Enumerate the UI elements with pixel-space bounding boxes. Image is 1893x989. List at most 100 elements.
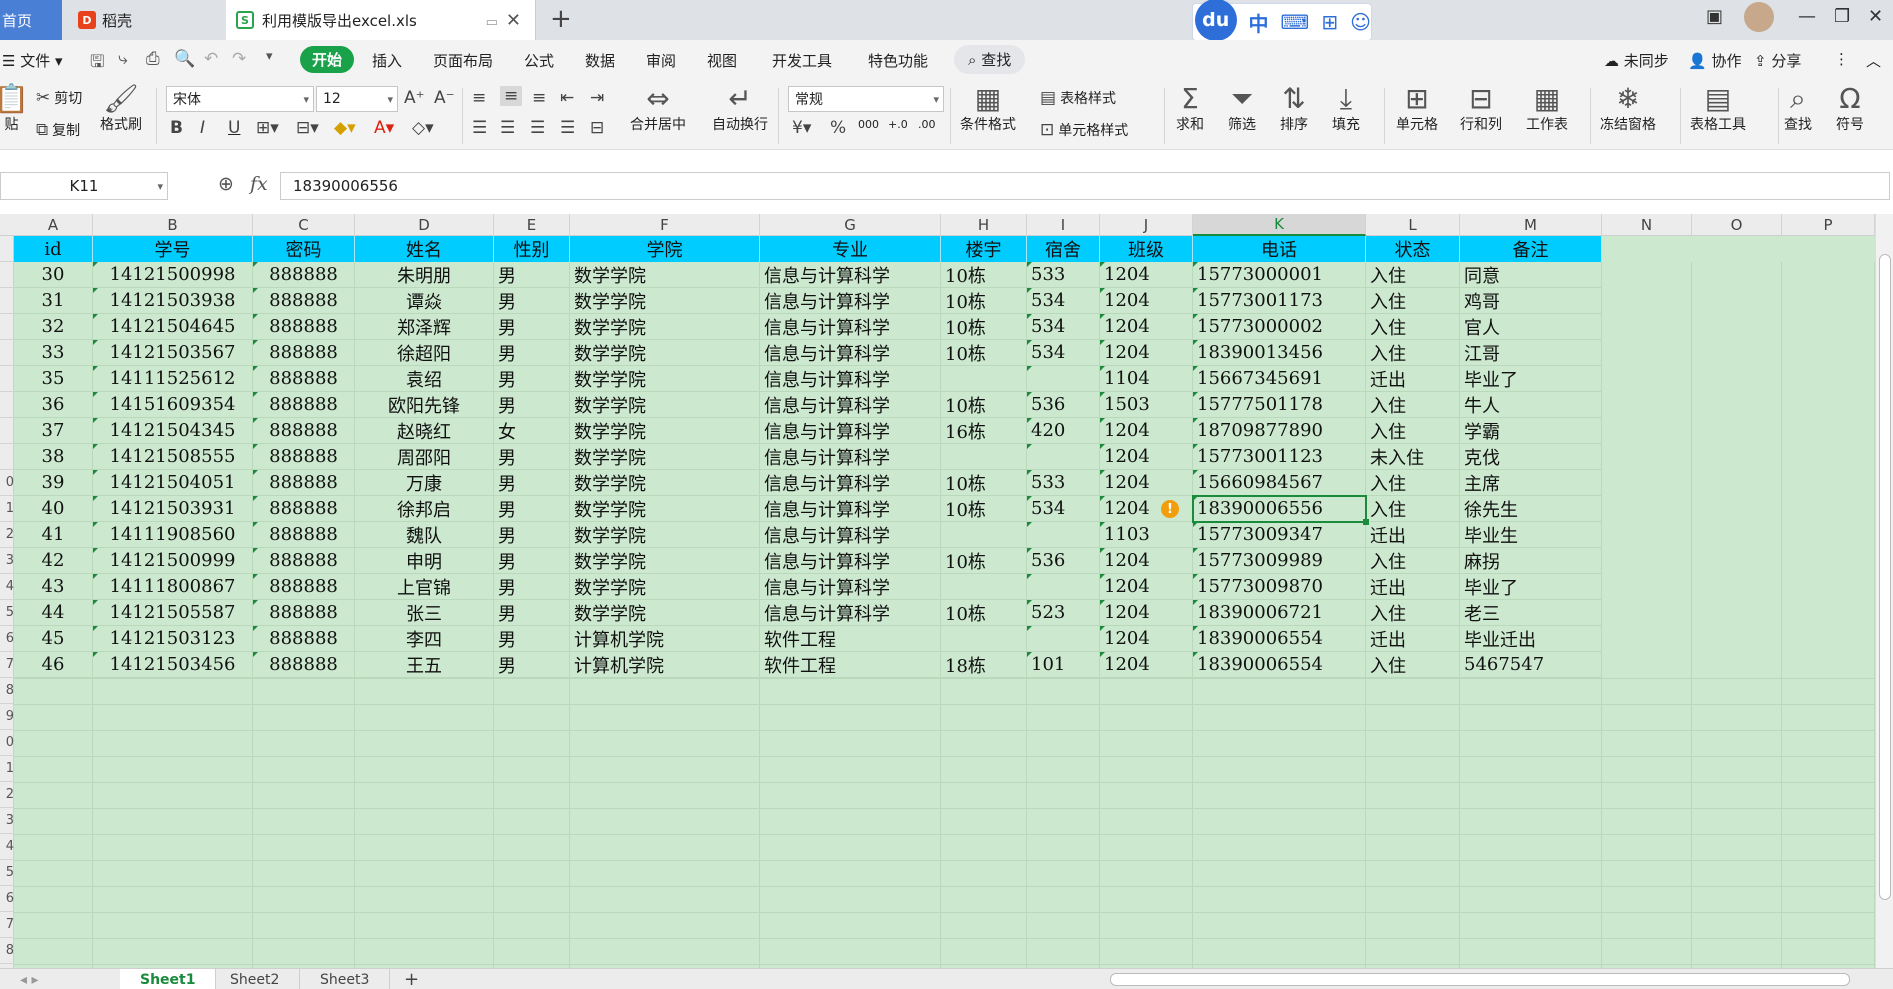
ime-lang-toggle[interactable]: 中	[1249, 8, 1269, 37]
table-cell[interactable]: 迁出	[1366, 366, 1460, 392]
table-header-cell[interactable]: 学院	[570, 236, 760, 262]
row-header[interactable]: 1	[0, 496, 14, 522]
table-cell[interactable]: 数学学院	[570, 600, 760, 626]
border-icon[interactable]: ⊞▾	[256, 118, 279, 138]
column-header[interactable]: D	[355, 214, 494, 236]
align-bottom-icon[interactable]: ≡	[532, 88, 546, 108]
table-cell[interactable]	[1027, 574, 1100, 600]
menu-data[interactable]: 数据	[585, 50, 615, 71]
column-header[interactable]: G	[760, 214, 941, 236]
freeze-panes-button[interactable]: ❄ 冻结窗格	[1600, 84, 1656, 134]
table-cell[interactable]: 男	[494, 314, 570, 340]
table-cell[interactable]: 入住	[1366, 548, 1460, 574]
cell-style-button[interactable]: ⊡ 单元格样式	[1040, 120, 1128, 140]
sheet-nav-icons[interactable]: ◂ ▸	[0, 969, 59, 989]
table-cell[interactable]: 15777501178	[1193, 392, 1366, 418]
table-cell[interactable]	[941, 522, 1027, 548]
table-header-cell[interactable]: 性别	[494, 236, 570, 262]
row-header[interactable]: 0	[0, 470, 14, 496]
table-cell[interactable]: 30	[14, 262, 93, 288]
table-cell[interactable]: 15773000001	[1193, 262, 1366, 288]
row-header[interactable]	[0, 418, 14, 444]
table-cell[interactable]: 数学学院	[570, 574, 760, 600]
table-tools-button[interactable]: ▤ 表格工具	[1690, 84, 1746, 134]
emoji-icon[interactable]: ☺	[1350, 10, 1371, 34]
table-cell[interactable]: 徐超阳	[355, 340, 494, 366]
zoom-icon[interactable]: ⊕	[218, 173, 234, 195]
worksheet-button[interactable]: ▦ 工作表	[1526, 84, 1568, 134]
table-cell[interactable]: 数学学院	[570, 418, 760, 444]
table-cell[interactable]: 888888	[253, 366, 355, 392]
table-header-cell[interactable]: 电话	[1193, 236, 1366, 262]
italic-icon[interactable]: I	[200, 118, 205, 138]
table-header-cell[interactable]: 学号	[93, 236, 253, 262]
table-cell[interactable]	[941, 366, 1027, 392]
table-cell[interactable]: 101	[1027, 652, 1100, 678]
user-avatar[interactable]	[1744, 2, 1774, 32]
thousands-icon[interactable]: 000	[858, 118, 879, 131]
column-header[interactable]: J	[1100, 214, 1193, 236]
row-header[interactable]	[0, 288, 14, 314]
table-cell[interactable]: 534	[1027, 314, 1100, 340]
font-color-icon[interactable]: A▾	[374, 118, 394, 138]
row-header[interactable]: 9	[0, 704, 14, 730]
table-cell[interactable]: 张三	[355, 600, 494, 626]
table-cell[interactable]: 38	[14, 444, 93, 470]
table-header-cell[interactable]: 班级	[1100, 236, 1193, 262]
table-cell[interactable]: 数学学院	[570, 366, 760, 392]
table-cell[interactable]: 软件工程	[760, 626, 941, 652]
table-cell[interactable]: 官人	[1460, 314, 1602, 340]
align-middle-icon[interactable]: ≡	[500, 86, 523, 106]
font-size-select[interactable]: 12	[316, 86, 398, 112]
table-cell[interactable]: 888888	[253, 314, 355, 340]
table-cell[interactable]: 888888	[253, 262, 355, 288]
table-cell[interactable]: 老三	[1460, 600, 1602, 626]
table-cell[interactable]: 46	[14, 652, 93, 678]
selected-cell-k11[interactable]	[1192, 495, 1369, 525]
table-header-cell[interactable]: 专业	[760, 236, 941, 262]
table-cell[interactable]: 35	[14, 366, 93, 392]
table-cell[interactable]: 男	[494, 574, 570, 600]
paste-button[interactable]: 📋 贴	[0, 84, 29, 134]
table-cell[interactable]: 41	[14, 522, 93, 548]
table-cell[interactable]: 信息与计算科学	[760, 262, 941, 288]
table-cell[interactable]: 赵晓红	[355, 418, 494, 444]
align-center-icon[interactable]: ☰	[500, 118, 515, 138]
table-cell[interactable]: 1204	[1100, 548, 1193, 574]
table-cell[interactable]: 男	[494, 444, 570, 470]
table-cell[interactable]: 14151609354	[93, 392, 253, 418]
table-cell[interactable]: 信息与计算科学	[760, 392, 941, 418]
table-cell[interactable]: 14121505587	[93, 600, 253, 626]
table-cell[interactable]: 18709877890	[1193, 418, 1366, 444]
table-cell[interactable]: 14121508555	[93, 444, 253, 470]
currency-icon[interactable]: ¥▾	[792, 118, 811, 138]
table-cell[interactable]: 数学学院	[570, 470, 760, 496]
table-style-button[interactable]: ▤ 表格样式	[1040, 88, 1116, 108]
menu-insert[interactable]: 插入	[372, 50, 402, 71]
table-cell[interactable]: 536	[1027, 548, 1100, 574]
table-cell[interactable]	[1027, 522, 1100, 548]
table-cell[interactable]: 朱明朋	[355, 262, 494, 288]
menu-page-layout[interactable]: 页面布局	[433, 50, 493, 71]
row-header[interactable]: 2	[0, 522, 14, 548]
warning-icon[interactable]: !	[1161, 500, 1179, 518]
fill-color-icon[interactable]: ◆▾	[334, 118, 356, 138]
table-cell[interactable]: 888888	[253, 522, 355, 548]
row-header[interactable]: 4	[0, 834, 14, 860]
number-format-select[interactable]: 常规	[788, 86, 944, 112]
table-cell[interactable]: 信息与计算科学	[760, 548, 941, 574]
filter-button[interactable]: ⏷ 筛选	[1228, 84, 1256, 134]
table-header-cell[interactable]: 楼宇	[941, 236, 1027, 262]
sum-button[interactable]: Σ 求和	[1176, 84, 1204, 134]
quick-access-more-icon[interactable]: ▾	[266, 49, 273, 64]
table-cell[interactable]: 15660984567	[1193, 470, 1366, 496]
print-icon[interactable]: ⎙	[146, 49, 160, 69]
bold-icon[interactable]: B	[170, 118, 183, 138]
table-cell[interactable]: 10栋	[941, 600, 1027, 626]
table-cell[interactable]: 888888	[253, 288, 355, 314]
column-header[interactable]: M	[1460, 214, 1602, 236]
table-cell[interactable]: 18栋	[941, 652, 1027, 678]
fx-icon[interactable]: fx	[250, 173, 268, 195]
table-cell[interactable]: 信息与计算科学	[760, 496, 941, 522]
grid-menu-icon[interactable]: ⊞	[1321, 10, 1338, 34]
